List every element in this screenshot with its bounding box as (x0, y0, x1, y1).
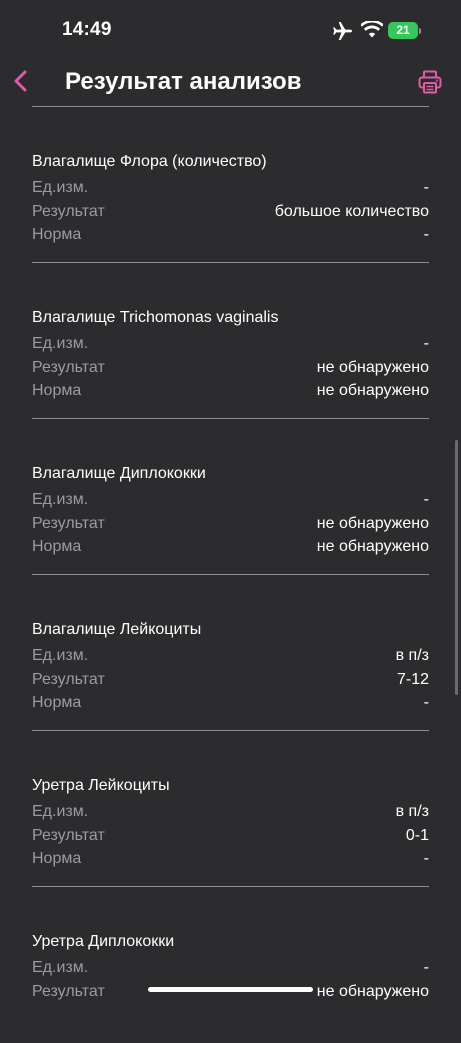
result-row: Результат не обнаружено (32, 515, 429, 537)
norm-row: Норма не обнаружено (32, 382, 429, 404)
print-button[interactable] (417, 69, 443, 95)
result-value: 7-12 (396, 671, 429, 688)
printer-icon (418, 70, 442, 94)
result-value: 0-1 (405, 827, 429, 844)
norm-row: Норма - (32, 226, 429, 248)
norm-value: не обнаружено (316, 538, 429, 555)
result-item-leukocytes-vaginal: Влагалище Лейкоциты Ед.изм. в п/з Резуль… (32, 575, 429, 731)
norm-label: Норма (32, 382, 82, 399)
result-row: Результат 7-12 (32, 671, 429, 693)
unit-value: - (423, 335, 429, 352)
result-row: Результат не обнаружено (32, 359, 429, 381)
result-item-diplococci-vaginal: Влагалище Диплококки Ед.изм. - Результат… (32, 419, 429, 575)
unit-label: Ед.изм. (32, 491, 89, 508)
unit-row: Ед.изм. - (32, 491, 429, 513)
unit-row: Ед.изм. в п/з (32, 647, 429, 669)
result-row: Результат 0-1 (32, 827, 429, 849)
result-item-diplococci-urethra: Уретра Диплококки Ед.изм. - Результат не… (32, 887, 429, 1043)
result-value: не обнаружено (316, 983, 429, 1000)
unit-value: в п/з (395, 803, 429, 820)
chevron-left-icon (14, 70, 27, 92)
result-value: не обнаружено (316, 359, 429, 376)
unit-value: - (423, 959, 429, 976)
norm-label: Норма (32, 850, 82, 867)
norm-label: Норма (32, 694, 82, 711)
unit-label: Ед.изм. (32, 647, 89, 664)
result-item-trichomonas: Влагалище Trichomonas vaginalis Ед.изм. … (32, 263, 429, 419)
scrollbar[interactable] (455, 440, 458, 695)
airplane-icon (333, 22, 352, 40)
norm-value: - (423, 226, 429, 243)
norm-value: - (423, 850, 429, 867)
result-title: Уретра Диплококки (32, 933, 175, 950)
result-value: не обнаружено (316, 515, 429, 532)
unit-row: Ед.изм. - (32, 335, 429, 357)
norm-label: Норма (32, 538, 82, 555)
result-item-leukocytes-urethra: Уретра Лейкоциты Ед.изм. в п/з Результат… (32, 731, 429, 887)
unit-label: Ед.изм. (32, 959, 89, 976)
result-label: Результат (32, 671, 105, 688)
norm-value: не обнаружено (316, 382, 429, 399)
result-label: Результат (32, 359, 105, 376)
nav-bar: Результат анализов (0, 56, 461, 106)
result-item-flora: Влагалище Флора (количество) Ед.изм. - Р… (32, 107, 429, 263)
result-value: большое количество (274, 203, 429, 220)
unit-row: Ед.изм. - (32, 179, 429, 201)
unit-label: Ед.изм. (32, 803, 89, 820)
status-time: 14:49 (62, 19, 112, 40)
result-label: Результат (32, 203, 105, 220)
result-label: Результат (32, 983, 105, 1000)
norm-label: Норма (32, 226, 82, 243)
norm-row: Норма - (32, 850, 429, 872)
unit-value: - (423, 491, 429, 508)
norm-row: Норма не обнаружено (32, 538, 429, 560)
unit-label: Ед.изм. (32, 179, 89, 196)
result-title: Влагалище Лейкоциты (32, 621, 202, 638)
unit-label: Ед.изм. (32, 335, 89, 352)
results-list[interactable]: Влагалище Флора (количество) Ед.изм. - Р… (0, 106, 461, 1043)
result-title: Влагалище Флора (количество) (32, 153, 267, 170)
result-label: Результат (32, 827, 105, 844)
unit-row: Ед.изм. в п/з (32, 803, 429, 825)
result-title: Влагалище Trichomonas vaginalis (32, 309, 279, 326)
status-bar: 14:49 21 (0, 0, 461, 56)
unit-value: в п/з (395, 647, 429, 664)
unit-value: - (423, 179, 429, 196)
battery-icon: 21 (388, 22, 418, 39)
back-button[interactable] (10, 66, 34, 96)
norm-row: Норма - (32, 694, 429, 716)
result-title: Уретра Лейкоциты (32, 777, 170, 794)
home-indicator[interactable] (148, 987, 313, 992)
battery-tip (419, 28, 421, 34)
result-title: Влагалище Диплококки (32, 465, 206, 482)
page-title: Результат анализов (65, 68, 302, 95)
result-row: Результат большое количество (32, 203, 429, 225)
battery-level: 21 (396, 23, 410, 37)
result-label: Результат (32, 515, 105, 532)
wifi-icon (361, 21, 383, 38)
unit-row: Ед.изм. - (32, 959, 429, 981)
norm-value: - (423, 694, 429, 711)
